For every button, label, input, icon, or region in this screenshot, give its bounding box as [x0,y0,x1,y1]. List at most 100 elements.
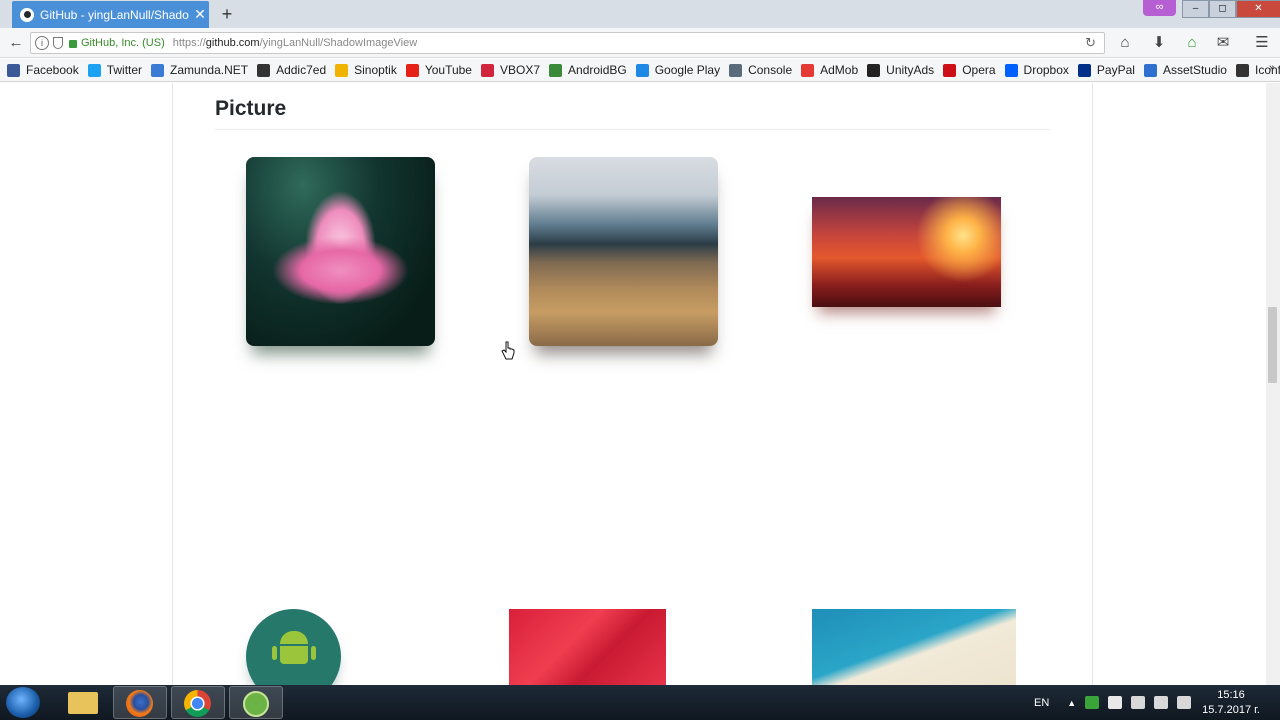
start-button[interactable] [6,687,40,718]
bookmark-label: AssetStudio [1162,63,1227,77]
bookmark-zamunda-net[interactable]: Zamunda.NET [151,63,248,77]
bookmark-favicon-icon [87,63,101,77]
content-border-left [172,83,173,685]
bookmark-addic7ed[interactable]: Addic7ed [257,63,326,77]
url-path: /yingLanNull/ShadowImageView [259,37,418,49]
power-icon[interactable] [1177,696,1192,709]
scrollbar-track[interactable] [1266,83,1280,685]
clock-date: 15.7.2017 г. [1202,704,1260,716]
bookmark-favicon-icon [1143,63,1157,77]
bookmark-label: Sinoptik [354,63,397,77]
bookmark-favicon-icon [1077,63,1091,77]
tray-expand-icon[interactable]: ▲ [1067,698,1076,708]
url-host: github.com [205,37,260,49]
bookmark-unityads[interactable]: UnityAds [867,63,934,77]
web-page: Picture [0,83,1280,685]
info-icon[interactable]: i [35,36,49,50]
home-icon[interactable]: ⌂ [1116,34,1134,52]
red-abstract-image [509,609,666,685]
tab-title: GitHub - yingLanNull/Shado [40,7,189,22]
bookmark-androidbg[interactable]: AndroidBG [549,63,627,77]
bookmark-favicon-icon [635,63,649,77]
hand-cursor-icon [501,341,515,360]
taskbar-android-studio[interactable] [229,686,283,719]
bookmark-favicon-icon [151,63,165,77]
bookmark-favicon-icon [943,63,957,77]
window-controls: – ◻ ✕ [1182,0,1280,18]
bookmarks-overflow-icon[interactable]: » [1269,62,1275,74]
bookmark-label: Twitter [106,63,143,77]
bookmark-label: Opera [962,63,996,77]
network-icon[interactable] [1154,696,1169,709]
bookmarks-bar: Facebook Twitter Zamunda.NET Addic7ed Sinopt… [0,59,1280,82]
bookmark-sinoptik[interactable]: Sinoptik [335,63,397,77]
bookmark-label: YouTube [424,63,472,77]
bookmark-google-play[interactable]: Google Play [635,63,720,77]
bookmark-label: Zamunda.NET [170,63,249,77]
new-tab-button[interactable]: + [217,3,237,25]
tab-github[interactable]: GitHub - yingLanNull/Shado ✕ [12,1,209,28]
lock-icon [69,40,77,48]
system-tray: EN ▲ [1034,685,1200,720]
reload-icon[interactable]: ↻ [1085,35,1096,51]
menu-icon[interactable]: ☰ [1253,34,1271,52]
beach-image [812,609,1016,685]
bookmark-favicon-icon [1235,63,1249,77]
action-center-icon[interactable] [1108,696,1123,709]
bookmark-label: Facebook [26,63,79,77]
mountain-valley-image [529,157,718,346]
volume-icon[interactable] [1131,696,1146,709]
tab-strip: GitHub - yingLanNull/Shado ✕ + ∞ – ◻ ✕ [0,0,1280,28]
bookmark-favicon-icon [7,63,20,77]
language-indicator[interactable]: EN [1034,697,1049,709]
android-icon [272,631,316,667]
bookmark-favicon-icon [405,63,419,77]
bookmark-console[interactable]: Console [729,63,792,77]
bookmark-assetstudio[interactable]: AssetStudio [1143,63,1227,77]
taskbar-firefox[interactable] [113,686,167,719]
extension-house-icon[interactable]: ⌂ [1183,34,1201,52]
bookmark-admob[interactable]: AdMob [801,63,858,77]
shield-icon[interactable] [53,37,63,49]
windows-taskbar: EN ▲ 15:16 15.7.2017 г. [0,685,1280,720]
bookmark-favicon-icon [257,63,271,77]
mail-icon[interactable]: ✉ [1214,34,1232,52]
android-circle-image [246,609,341,685]
bookmark-paypal[interactable]: PayPal [1077,63,1135,77]
close-window-button[interactable]: ✕ [1236,0,1280,18]
lotus-image [246,157,435,346]
content-border-right [1092,83,1093,685]
back-arrow-icon[interactable]: ← [7,34,25,52]
bookmark-favicon-icon [729,63,743,77]
clock-time: 15:16 [1217,689,1245,701]
bookmark-vbox7[interactable]: VBOX7 [480,63,540,77]
android-studio-icon [243,691,269,717]
bookmark-label: Console [748,63,793,77]
bookmark-label: AndroidBG [568,63,627,77]
bookmark-dropbox[interactable]: Dropbox [1004,63,1069,77]
minimize-button[interactable]: – [1182,0,1209,18]
github-icon [20,7,34,22]
bookmark-facebook[interactable]: Facebook [7,63,79,77]
bookmark-twitter[interactable]: Twitter [87,63,143,77]
scrollbar-thumb[interactable] [1268,307,1277,383]
bookmark-opera[interactable]: Opera [943,63,996,77]
address-bar[interactable]: i GitHub, Inc. (US) https:// github.com … [30,32,1105,54]
bookmark-favicon-icon [801,63,815,77]
site-identity[interactable]: GitHub, Inc. (US) [81,37,165,49]
bookmark-favicon-icon [335,63,349,77]
tray-app-icon[interactable] [1085,696,1100,709]
section-heading: Picture [215,97,287,120]
bookmark-label: Iconfinder [1254,63,1280,77]
taskbar-chrome[interactable] [171,686,225,719]
download-icon[interactable]: ⬇ [1150,34,1168,52]
sunset-trees-image [812,197,1001,307]
url-scheme: https:// [172,37,206,49]
maximize-button[interactable]: ◻ [1209,0,1236,18]
folder-icon [68,692,98,714]
tab-close-icon[interactable]: ✕ [191,6,209,23]
bookmark-favicon-icon [1004,63,1018,77]
system-clock[interactable]: 15:16 15.7.2017 г. [1196,688,1266,718]
taskbar-explorer[interactable] [56,686,110,719]
bookmark-youtube[interactable]: YouTube [405,63,472,77]
